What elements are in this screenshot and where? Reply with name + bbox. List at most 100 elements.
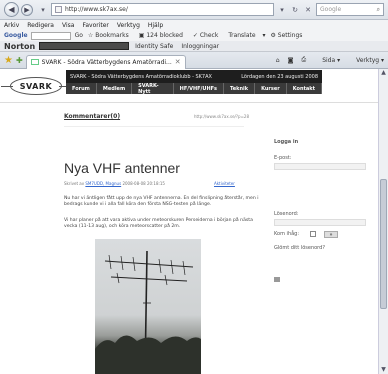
logins-button[interactable]: Inloggningar xyxy=(181,43,219,50)
chevron-down-icon: ▾ xyxy=(280,5,284,14)
permalink[interactable]: http://www.sk7ax.se/?p=28 xyxy=(194,114,249,119)
password-field[interactable] xyxy=(274,219,366,226)
search-icon: ⌕ xyxy=(376,5,380,13)
refresh-icon: ↻ xyxy=(292,5,298,14)
google-settings-button[interactable]: ⚙ Settings xyxy=(270,32,307,39)
banner-title: SVARK - Södra Vätterbygdens Amatörradiok… xyxy=(70,73,212,80)
page-icon xyxy=(55,6,62,13)
menu-item-hjalp[interactable]: Hjälp xyxy=(148,22,163,29)
tools-menu-button[interactable]: Verktyg ▾ xyxy=(348,57,384,64)
nav-item-teknik[interactable]: Teknik xyxy=(224,83,256,94)
settings-label: Settings xyxy=(277,32,303,39)
divider xyxy=(64,126,244,127)
menu-item-arkiv[interactable]: Arkiv xyxy=(4,22,19,29)
forward-button[interactable]: ▶ xyxy=(21,3,33,16)
page-menu-button[interactable]: Sida ▾ xyxy=(314,57,340,64)
command-bar: ⌂ ◙ ⎙ Sida ▾ Verktyg ▾ xyxy=(268,56,384,64)
url-input[interactable]: http://www.sk7ax.se/ xyxy=(51,3,274,16)
nav-item-svark-nytt[interactable]: SVARK-Nytt xyxy=(132,83,174,95)
post-author-link[interactable]: SM7UDD, Magnus xyxy=(85,181,121,186)
google-go-button[interactable]: Go xyxy=(75,32,83,39)
vertical-scrollbar[interactable]: ▲ ▼ xyxy=(378,69,388,374)
post-meta: Skrivet av SM7UDD, Magnus 2008-08-08 20:… xyxy=(64,181,165,186)
nav-item-forum[interactable]: Forum xyxy=(66,83,97,94)
popup-blocked-button[interactable]: ▣ 124 blocked xyxy=(139,32,188,39)
forward-arrow-icon: ▶ xyxy=(24,5,30,14)
refresh-button[interactable]: ↻ xyxy=(290,4,300,15)
nav-item-hf-vhf-uhf[interactable]: HF/VHF/UHFs xyxy=(174,83,225,94)
tab-title: SVARK - Södra Vätterbygdens Amatörradi..… xyxy=(41,58,172,66)
menu-item-redigera[interactable]: Redigera xyxy=(27,22,54,29)
stop-button[interactable]: ✕ xyxy=(303,4,313,15)
search-placeholder: Google xyxy=(320,6,342,13)
tab-bar: ★ ✚ SVARK - Södra Vätterbygdens Amatörra… xyxy=(0,52,388,69)
post-date: 2008-08-08 20:18:15 xyxy=(122,181,165,186)
post-paragraph: Vi har planer på att vara aktiva under m… xyxy=(64,218,253,229)
bookmarks-label: Bookmarks xyxy=(95,32,129,39)
google-toolbar: Google Go ☆ Bookmarks ▣ 124 blocked ✓ Ch… xyxy=(0,30,388,41)
menu-item-visa[interactable]: Visa xyxy=(62,22,74,29)
login-button[interactable]: » xyxy=(324,231,338,238)
google-search-field[interactable] xyxy=(30,31,71,40)
login-heading: Logga in xyxy=(274,139,299,145)
password-label: Lösenord: xyxy=(274,211,299,217)
email-label: E-post: xyxy=(274,155,292,161)
chevron-down-icon: ▾ xyxy=(41,5,45,14)
remember-checkbox[interactable] xyxy=(310,231,316,237)
back-arrow-icon: ◀ xyxy=(8,5,15,14)
norton-status-box[interactable] xyxy=(39,42,130,50)
tab-svark[interactable]: SVARK - Södra Vätterbygdens Amatörradi..… xyxy=(25,54,186,69)
email-field[interactable] xyxy=(274,163,366,170)
web-page: SVARK SVARK - Södra Vätterbygdens Amatör… xyxy=(0,69,378,374)
scroll-up-icon[interactable]: ▲ xyxy=(379,69,388,77)
site-header: SVARK SVARK - Södra Vätterbygdens Amatör… xyxy=(0,69,378,103)
scroll-down-icon[interactable]: ▼ xyxy=(379,366,388,374)
print-icon[interactable]: ⎙ xyxy=(301,56,306,64)
favorites-star-icon[interactable]: ★ xyxy=(4,55,13,66)
forgot-password-link[interactable]: Glömt ditt lösenord? xyxy=(274,245,325,251)
remember-label: Kom ihåg: xyxy=(274,231,300,237)
url-dropdown-button[interactable]: ▾ xyxy=(277,4,287,15)
comments-link[interactable]: Kommentarer(0) xyxy=(64,113,120,120)
translate-label: Translate xyxy=(228,32,256,39)
antenna-illustration xyxy=(95,250,201,374)
sidebar-bullet-icon xyxy=(274,277,280,282)
page-menu-label: Sida xyxy=(322,56,336,64)
site-nav: Forum Medlem SVARK-Nytt HF/VHF/UHFs Tekn… xyxy=(66,83,322,95)
post-paragraph: Nu har vi äntligen fått upp de nya VHF a… xyxy=(64,196,259,207)
spell-check-button[interactable]: ✓ Check xyxy=(193,32,223,39)
menu-item-favoriter[interactable]: Favoriter xyxy=(82,22,108,29)
tab-close-icon[interactable]: ✕ xyxy=(175,58,181,66)
post-title: Nya VHF antenner xyxy=(64,160,180,176)
post-meta-prefix: Skrivet av xyxy=(64,181,85,186)
address-bar: ◀ ▶ ▾ http://www.sk7ax.se/ ▾ ↻ ✕ Google … xyxy=(0,0,388,20)
history-dropdown-button[interactable]: ▾ xyxy=(38,4,48,15)
tools-menu-label: Verktyg xyxy=(356,56,380,64)
bookmarks-button[interactable]: ☆ Bookmarks xyxy=(88,32,134,39)
post-category-link[interactable]: Aktiviteter xyxy=(214,181,235,186)
norton-toolbar: Norton Identity Safe Inloggningar xyxy=(0,41,388,52)
nav-item-kurser[interactable]: Kurser xyxy=(255,83,287,94)
search-input[interactable]: Google ⌕ xyxy=(316,3,384,16)
back-button[interactable]: ◀ xyxy=(4,2,19,17)
antenna-photo[interactable] xyxy=(95,239,201,374)
close-icon: ✕ xyxy=(305,5,311,14)
banner-date: Lördagen den 23 augusti 2008 xyxy=(241,73,318,80)
identity-safe-button[interactable]: Identity Safe xyxy=(135,43,173,50)
blocked-label: 124 blocked xyxy=(146,32,183,39)
nav-item-medlem[interactable]: Medlem xyxy=(97,83,133,94)
site-favicon-icon xyxy=(30,59,39,65)
menu-item-verktyg[interactable]: Verktyg xyxy=(117,22,140,29)
check-label: Check xyxy=(199,32,219,39)
site-banner: SVARK - Södra Vätterbygdens Amatörradiok… xyxy=(66,70,322,83)
google-logo: Google xyxy=(4,32,28,39)
translate-button[interactable]: Translate ▾ xyxy=(228,32,265,39)
feeds-icon[interactable]: ◙ xyxy=(288,57,294,64)
norton-logo: Norton xyxy=(4,41,36,51)
nav-item-kontakt[interactable]: Kontakt xyxy=(287,83,322,94)
add-favorite-icon[interactable]: ✚ xyxy=(16,56,23,65)
menu-bar: Arkiv Redigera Visa Favoriter Verktyg Hj… xyxy=(0,20,388,30)
home-icon[interactable]: ⌂ xyxy=(276,57,280,64)
svark-logo[interactable]: SVARK xyxy=(1,77,71,95)
scrollbar-thumb[interactable] xyxy=(380,179,387,309)
